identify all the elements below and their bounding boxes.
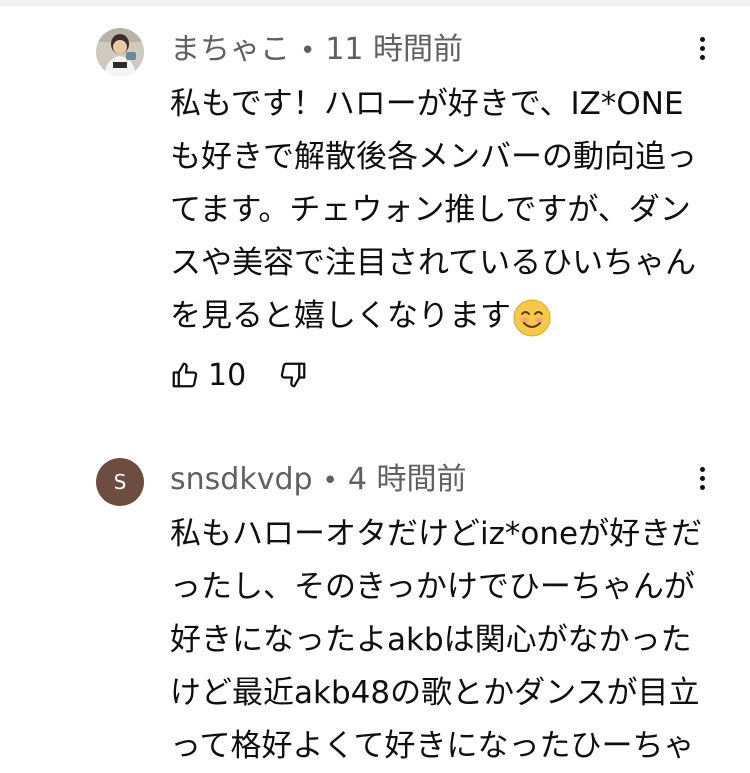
meta-separator: • [322,466,338,496]
like-count: 10 [208,357,247,393]
thumbs-down-icon [281,362,306,388]
avatar-photo-icon [96,28,144,76]
smiling-face-emoji-icon [513,299,551,336]
comment-author[interactable]: まちゃこ [170,32,290,67]
meta-separator: • [300,36,316,66]
comment-time: 4 時間前 [347,462,467,497]
comment-actions: 10 [170,352,308,398]
more-vert-icon[interactable] [688,30,716,66]
comment-text: 私もハローオタだけどiz*oneが好きだ ったし、そのきっかけでひーちゃんが 好… [170,508,730,773]
more-vert-icon[interactable] [688,460,716,496]
avatar[interactable] [96,28,144,76]
comment-text-content: 私もハローオタだけどiz*oneが好きだ ったし、そのきっかけでひーちゃんが 好… [170,516,703,764]
comment-meta: まちゃこ • 11 時間前 [170,28,463,72]
avatar-letter: S [113,470,127,494]
like-button[interactable]: 10 [170,358,246,393]
divider [0,0,750,6]
comment-meta: snsdkvdp • 4 時間前 [170,458,467,502]
comment-text: 私もです！ハローが好きで、IZ*ONE も好きで解散後各メンバーの動向追っ てま… [170,78,730,343]
avatar[interactable]: S [96,458,144,506]
comment-text-content: 私もです！ハローが好きで、IZ*ONE も好きで解散後各メンバーの動向追っ てま… [170,86,697,334]
comment-author[interactable]: snsdkvdp [170,462,313,497]
comment-time: 11 時間前 [325,32,464,67]
dislike-button[interactable] [278,360,308,390]
thumbs-up-icon [172,362,198,388]
